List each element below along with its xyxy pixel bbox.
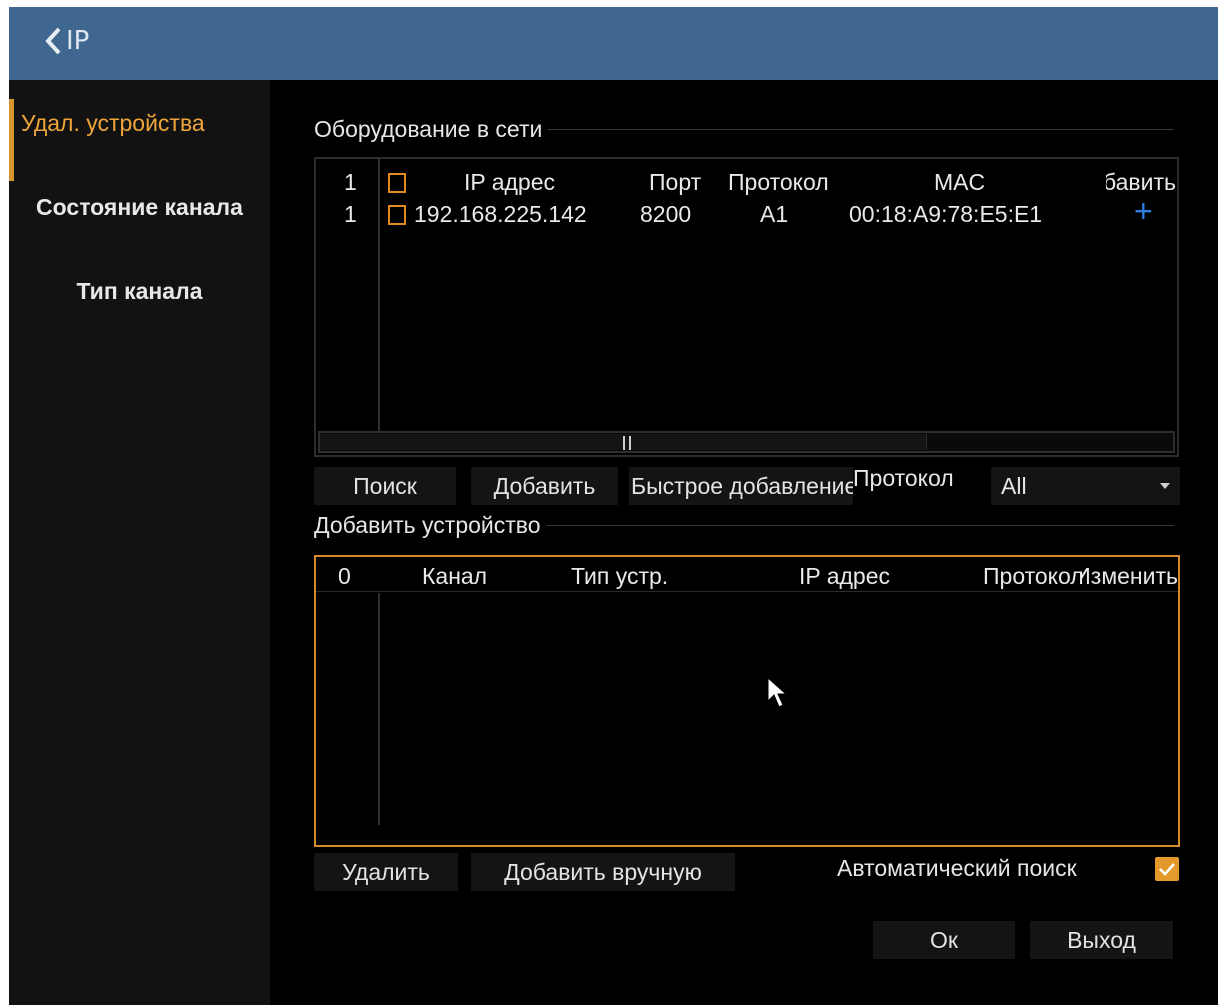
back-button[interactable]: IP bbox=[42, 24, 89, 58]
row-ip: 192.168.225.142 bbox=[414, 201, 587, 227]
auto-search-checkbox[interactable] bbox=[1155, 857, 1179, 881]
header-change: Изменить bbox=[1082, 563, 1178, 589]
plus-icon[interactable]: + bbox=[1134, 193, 1153, 230]
header-protocol: Протокол bbox=[983, 563, 1084, 589]
added-devices-table[interactable]: 0 Канал Тип устр. IP адрес Протокол Изме… bbox=[314, 555, 1180, 847]
header-ip: IP адрес bbox=[799, 563, 891, 589]
add-button[interactable]: Добавить bbox=[471, 467, 618, 505]
exit-button[interactable]: Выход bbox=[1030, 921, 1173, 959]
ok-button[interactable]: Ок bbox=[873, 921, 1015, 959]
header-mac: MAC bbox=[934, 169, 986, 195]
manual-add-button[interactable]: Добавить вручную bbox=[471, 853, 735, 891]
row-protocol: A1 bbox=[760, 201, 789, 227]
quick-add-button[interactable]: Быстрое добавление bbox=[629, 467, 853, 505]
protocol-select-value: All bbox=[1001, 473, 1027, 499]
row-checkbox[interactable] bbox=[388, 205, 406, 225]
added-section-title: Добавить устройство bbox=[314, 512, 1174, 539]
network-devices-table[interactable]: 1 IP адрес Порт Протокол MAC Добавить 1 … bbox=[314, 157, 1179, 457]
header-protocol: Протокол bbox=[728, 169, 829, 195]
delete-button[interactable]: Удалить bbox=[314, 853, 458, 891]
back-label: IP bbox=[66, 26, 90, 56]
header-index: 0 bbox=[338, 563, 351, 589]
network-section-label: Оборудование в сети bbox=[314, 116, 543, 142]
chevron-down-icon bbox=[1160, 483, 1170, 489]
added-section-label: Добавить устройство bbox=[314, 512, 541, 538]
sidebar-item-remote-devices[interactable]: Удал. устройства bbox=[9, 99, 270, 181]
table-header: 0 Канал Тип устр. IP адрес Протокол Изме… bbox=[316, 559, 1178, 593]
sidebar-item-label: Состояние канала bbox=[36, 194, 243, 220]
search-button[interactable]: Поиск bbox=[314, 467, 456, 505]
header-device-type: Тип устр. bbox=[571, 563, 669, 589]
header-index: 1 bbox=[344, 169, 357, 195]
check-icon bbox=[1159, 863, 1175, 876]
auto-search-label: Автоматический поиск bbox=[837, 855, 1077, 881]
select-all-checkbox[interactable] bbox=[388, 173, 406, 193]
divider bbox=[546, 525, 1174, 526]
title-bar: IP bbox=[9, 7, 1218, 80]
network-section-title: Оборудование в сети bbox=[314, 116, 1174, 143]
grip-icon bbox=[623, 436, 631, 450]
protocol-filter-label: Протокол bbox=[853, 465, 954, 491]
table-row[interactable]: 1 192.168.225.142 8200 A1 00:18:A9:78:E5… bbox=[316, 193, 1177, 231]
mouse-pointer-icon bbox=[767, 677, 787, 708]
protocol-select[interactable]: All bbox=[991, 467, 1180, 505]
row-port: 8200 bbox=[640, 201, 692, 227]
row-index: 1 bbox=[344, 201, 357, 227]
horizontal-scrollbar[interactable] bbox=[318, 431, 1175, 453]
sidebar: Удал. устройства Состояние канала Тип ка… bbox=[9, 80, 270, 1005]
header-port: Порт bbox=[649, 169, 702, 195]
table-header: 1 IP адрес Порт Протокол MAC Добавить bbox=[316, 165, 1177, 199]
chevron-left-icon bbox=[45, 27, 61, 55]
sidebar-item-channel-type[interactable]: Тип канала bbox=[9, 267, 270, 315]
header-ip: IP адрес bbox=[464, 169, 556, 195]
row-mac: 00:18:A9:78:E5:E1 bbox=[849, 201, 1043, 227]
header-channel: Канал bbox=[422, 563, 488, 589]
ip-window: IP Удал. устройства Состояние канала Тип… bbox=[9, 7, 1218, 1005]
sidebar-item-label: Удал. устройства bbox=[21, 110, 205, 136]
divider bbox=[548, 129, 1174, 130]
column-divider bbox=[378, 593, 380, 825]
sidebar-item-label: Тип канала bbox=[76, 278, 203, 304]
sidebar-item-channel-status[interactable]: Состояние канала bbox=[9, 183, 270, 231]
header-add: Добавить bbox=[1106, 169, 1176, 195]
scrollbar-thumb[interactable] bbox=[320, 434, 927, 450]
